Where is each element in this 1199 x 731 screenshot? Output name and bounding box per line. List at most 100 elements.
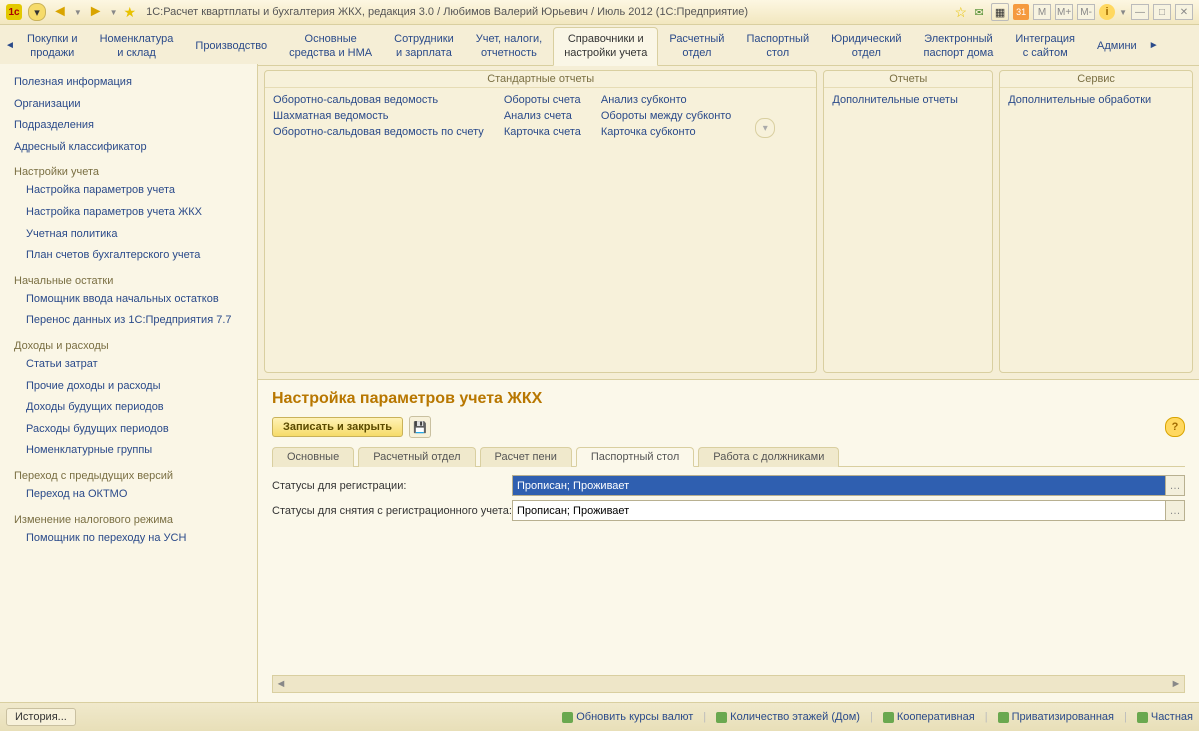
form-tab-debtors[interactable]: Работа с должниками bbox=[698, 447, 839, 467]
scroll-right-icon[interactable]: ► bbox=[1168, 678, 1184, 690]
tab-legal[interactable]: Юридическийотдел bbox=[820, 27, 912, 65]
sidebar-link[interactable]: Переход на ОКТМО bbox=[0, 484, 257, 506]
calendar-icon[interactable]: 31 bbox=[1013, 4, 1029, 20]
save-icon[interactable]: 💾 bbox=[409, 416, 431, 438]
calculator-icon[interactable]: ▦ bbox=[991, 3, 1009, 21]
form-row-registration: Статусы для регистрации: … bbox=[272, 475, 1185, 496]
tab-purchases[interactable]: Покупки ипродажи bbox=[16, 27, 89, 65]
sidebar-link[interactable]: Настройка параметров учета bbox=[0, 180, 257, 202]
status-link-coop[interactable]: Кооперативная bbox=[883, 711, 975, 723]
statusbar: История... Обновить курсы валют| Количес… bbox=[0, 702, 1199, 731]
report-link[interactable]: Карточка субконто bbox=[601, 124, 731, 140]
tab-admin[interactable]: Админи bbox=[1086, 27, 1148, 65]
nav-forward-menu-icon[interactable]: ▼ bbox=[110, 8, 118, 17]
sidebar-link[interactable]: Помощник по переходу на УСН bbox=[0, 528, 257, 550]
panel-standard-reports: Стандартные отчеты Оборотно-сальдовая ве… bbox=[264, 70, 817, 373]
sidebar-link[interactable]: Подразделения bbox=[0, 115, 257, 137]
sidebar-link[interactable]: Организации bbox=[0, 94, 257, 116]
tab-production[interactable]: Производство bbox=[184, 27, 278, 65]
form-tab-penalty[interactable]: Расчет пени bbox=[480, 447, 572, 467]
sidebar-link[interactable]: Адресный классификатор bbox=[0, 137, 257, 159]
sidebar-link[interactable]: Перенос данных из 1С:Предприятия 7.7 bbox=[0, 310, 257, 332]
tabs-scroll-left-icon[interactable]: ◄ bbox=[4, 25, 16, 65]
tab-integration[interactable]: Интеграцияс сайтом bbox=[1004, 27, 1086, 65]
status-link-private[interactable]: Частная bbox=[1137, 711, 1193, 723]
report-link[interactable]: Карточка счета bbox=[504, 124, 581, 140]
field-picker-icon[interactable]: … bbox=[1165, 476, 1184, 495]
memory-m-button[interactable]: M bbox=[1033, 4, 1051, 20]
close-button[interactable]: ✕ bbox=[1175, 4, 1193, 20]
favorites-icon[interactable]: ★ bbox=[124, 4, 137, 21]
deregistration-statuses-input[interactable] bbox=[513, 501, 1165, 520]
tab-epassport[interactable]: Электронныйпаспорт дома bbox=[913, 27, 1005, 65]
info-square-icon bbox=[1137, 712, 1148, 723]
memory-mminus-button[interactable]: M- bbox=[1077, 4, 1095, 20]
sidebar-link[interactable]: Доходы будущих периодов bbox=[0, 397, 257, 419]
tab-calc-dept[interactable]: Расчетныйотдел bbox=[658, 27, 735, 65]
tabs-scroll-right-icon[interactable]: ► bbox=[1148, 25, 1160, 65]
tab-references[interactable]: Справочники инастройки учета bbox=[553, 27, 658, 66]
form-toolbar: Записать и закрыть 💾 ? bbox=[272, 416, 1185, 438]
info-icon[interactable]: i bbox=[1099, 4, 1115, 20]
registration-statuses-field[interactable]: … bbox=[512, 475, 1185, 496]
memory-mplus-button[interactable]: M+ bbox=[1055, 4, 1073, 20]
window-title: 1С:Расчет квартплаты и бухгалтерия ЖКХ, … bbox=[142, 6, 948, 18]
tab-taxes[interactable]: Учет, налоги,отчетность bbox=[465, 27, 553, 65]
tab-passport[interactable]: Паспортныйстол bbox=[735, 27, 820, 65]
panel-more-icon[interactable]: ▾ bbox=[755, 118, 775, 138]
help-icon[interactable]: ? bbox=[1165, 417, 1185, 437]
sidebar-link[interactable]: Прочие доходы и расходы bbox=[0, 376, 257, 398]
form-tab-calc[interactable]: Расчетный отдел bbox=[358, 447, 475, 467]
horizontal-scrollbar[interactable]: ◄ ► bbox=[272, 675, 1185, 693]
save-close-button[interactable]: Записать и закрыть bbox=[272, 417, 403, 437]
status-link-privat[interactable]: Приватизированная bbox=[998, 711, 1114, 723]
dropdown-icon[interactable]: ▾ bbox=[28, 3, 46, 21]
status-link-floors[interactable]: Количество этажей (Дом) bbox=[716, 711, 860, 723]
deregistration-statuses-field[interactable]: … bbox=[512, 500, 1185, 521]
sidebar-link[interactable]: Помощник ввода начальных остатков bbox=[0, 289, 257, 311]
sidebar-link[interactable]: Статьи затрат bbox=[0, 354, 257, 376]
panel-title: Отчеты bbox=[824, 71, 992, 88]
field-picker-icon[interactable]: … bbox=[1165, 501, 1184, 520]
nav-forward-icon[interactable]: ► bbox=[88, 3, 104, 21]
report-link[interactable]: Анализ субконто bbox=[601, 92, 731, 108]
sidebar-link[interactable]: Настройка параметров учета ЖКХ bbox=[0, 202, 257, 224]
sidebar-link[interactable]: Полезная информация bbox=[0, 72, 257, 94]
report-link[interactable]: Оборотно-сальдовая ведомость по счету bbox=[273, 124, 484, 140]
sidebar-link[interactable]: Расходы будущих периодов bbox=[0, 419, 257, 441]
scroll-left-icon[interactable]: ◄ bbox=[273, 678, 289, 690]
sidebar-link[interactable]: Номенклатурные группы bbox=[0, 440, 257, 462]
report-link[interactable]: Оборотно-сальдовая ведомость bbox=[273, 92, 484, 108]
maximize-button[interactable]: □ bbox=[1153, 4, 1171, 20]
form-tabs: Основные Расчетный отдел Расчет пени Пас… bbox=[272, 446, 1185, 467]
info-square-icon bbox=[883, 712, 894, 723]
form-tab-passport[interactable]: Паспортный стол bbox=[576, 447, 694, 467]
minimize-button[interactable]: — bbox=[1131, 4, 1149, 20]
report-link[interactable]: Обороты счета bbox=[504, 92, 581, 108]
sidebar-section-title: Начальные остатки bbox=[0, 267, 257, 289]
tab-assets[interactable]: Основныесредства и НМА bbox=[278, 27, 383, 65]
tab-employees[interactable]: Сотрудникии зарплата bbox=[383, 27, 465, 65]
sidebar-link[interactable]: План счетов бухгалтерского учета bbox=[0, 245, 257, 267]
registration-statuses-input[interactable] bbox=[513, 476, 1165, 495]
report-link[interactable]: Анализ счета bbox=[504, 108, 581, 124]
sidebar-section-title: Переход с предыдущих версий bbox=[0, 462, 257, 484]
form-label: Статусы для регистрации: bbox=[272, 480, 512, 492]
form-tab-main[interactable]: Основные bbox=[272, 447, 354, 467]
report-link[interactable]: Дополнительные отчеты bbox=[832, 92, 957, 108]
sidebar-section-title: Доходы и расходы bbox=[0, 332, 257, 354]
service-link[interactable]: Дополнительные обработки bbox=[1008, 92, 1151, 108]
report-link[interactable]: Обороты между субконто bbox=[601, 108, 731, 124]
tab-nomenclature[interactable]: Номенклатураи склад bbox=[89, 27, 185, 65]
info-square-icon bbox=[716, 712, 727, 723]
report-link[interactable]: Шахматная ведомость bbox=[273, 108, 484, 124]
nav-back-icon[interactable]: ◄ bbox=[52, 3, 68, 21]
mail-icon[interactable]: ✉ bbox=[971, 4, 987, 20]
scroll-track[interactable] bbox=[289, 679, 1168, 689]
nav-back-menu-icon[interactable]: ▼ bbox=[74, 8, 82, 17]
status-link-rates[interactable]: Обновить курсы валют bbox=[562, 711, 693, 723]
history-button[interactable]: История... bbox=[6, 708, 76, 726]
add-favorite-icon[interactable]: ☆ bbox=[955, 4, 968, 21]
info-menu-icon[interactable]: ▼ bbox=[1119, 8, 1127, 17]
sidebar-link[interactable]: Учетная политика bbox=[0, 224, 257, 246]
